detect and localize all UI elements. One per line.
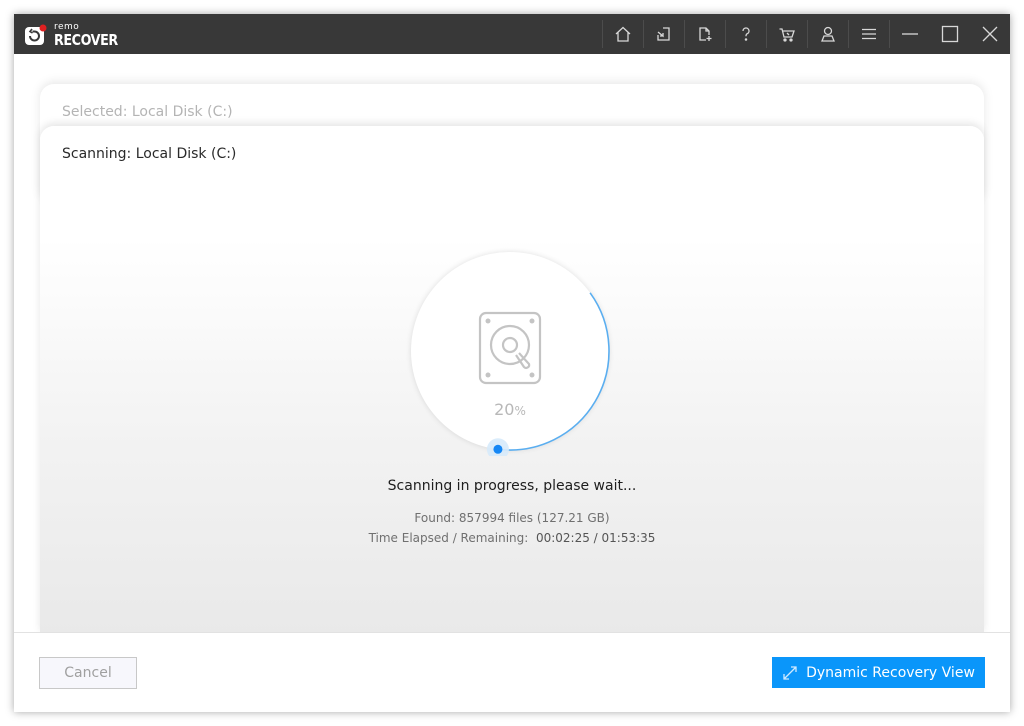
cart-icon <box>779 28 795 42</box>
minimize-button[interactable] <box>890 14 930 54</box>
new-file-icon <box>699 27 712 41</box>
scan-progress-card: Scanning: Local Disk (C:) 20% Scanning i… <box>40 126 984 634</box>
logo-recover-text: RECOVER <box>54 30 118 49</box>
time-value: 00:02:25 / 01:53:35 <box>535 531 656 545</box>
cart-button[interactable] <box>767 14 807 54</box>
time-label: Time Elapsed / Remaining: <box>368 531 529 545</box>
main-content: Selected: Local Disk (C:) Scanning: Loca… <box>14 54 1010 634</box>
help-icon <box>742 27 750 41</box>
help-button[interactable] <box>726 14 766 54</box>
scanning-drive-label: Scanning: Local Disk (C:) <box>62 146 237 162</box>
import-button[interactable] <box>644 14 684 54</box>
close-icon <box>982 26 998 42</box>
close-button[interactable] <box>970 14 1010 54</box>
files-found-text: Found: 857994 files (127.21 GB) <box>414 511 610 525</box>
new-file-button[interactable] <box>685 14 725 54</box>
menu-button[interactable] <box>849 14 889 54</box>
cancel-button[interactable]: Cancel <box>39 657 137 689</box>
scan-progress-ring: 20% <box>405 246 615 456</box>
title-bar: remo RECOVER <box>14 14 1010 54</box>
progress-percent: 20% <box>405 400 615 419</box>
user-icon <box>821 26 835 42</box>
dynamic-recovery-view-label: Dynamic Recovery View <box>806 664 975 681</box>
selected-drive-label: Selected: Local Disk (C:) <box>62 104 233 120</box>
menu-icon <box>862 28 876 40</box>
account-button[interactable] <box>808 14 848 54</box>
minimize-icon <box>902 33 918 35</box>
logo-icon <box>24 24 48 46</box>
maximize-icon <box>941 25 959 43</box>
app-logo: remo RECOVER <box>24 21 129 49</box>
maximize-button[interactable] <box>930 14 970 54</box>
footer-bar: Cancel Dynamic Recovery View <box>14 632 1010 712</box>
hard-disk-icon <box>478 311 542 385</box>
scan-status-title: Scanning in progress, please wait... <box>387 478 637 494</box>
progress-percent-value: 20 <box>494 400 515 419</box>
home-icon <box>615 26 631 42</box>
import-icon <box>657 27 670 41</box>
home-button[interactable] <box>603 14 643 54</box>
app-window: remo RECOVER Selected: Local Disk (C:) S… <box>14 14 1010 712</box>
dynamic-recovery-view-button[interactable]: Dynamic Recovery View <box>772 657 985 688</box>
expand-arrows-icon <box>783 665 797 680</box>
progress-percent-symbol: % <box>514 404 526 418</box>
time-elapsed-remaining: Time Elapsed / Remaining: 00:02:25 / 01:… <box>40 531 984 545</box>
progress-indicator-dot <box>493 444 503 454</box>
